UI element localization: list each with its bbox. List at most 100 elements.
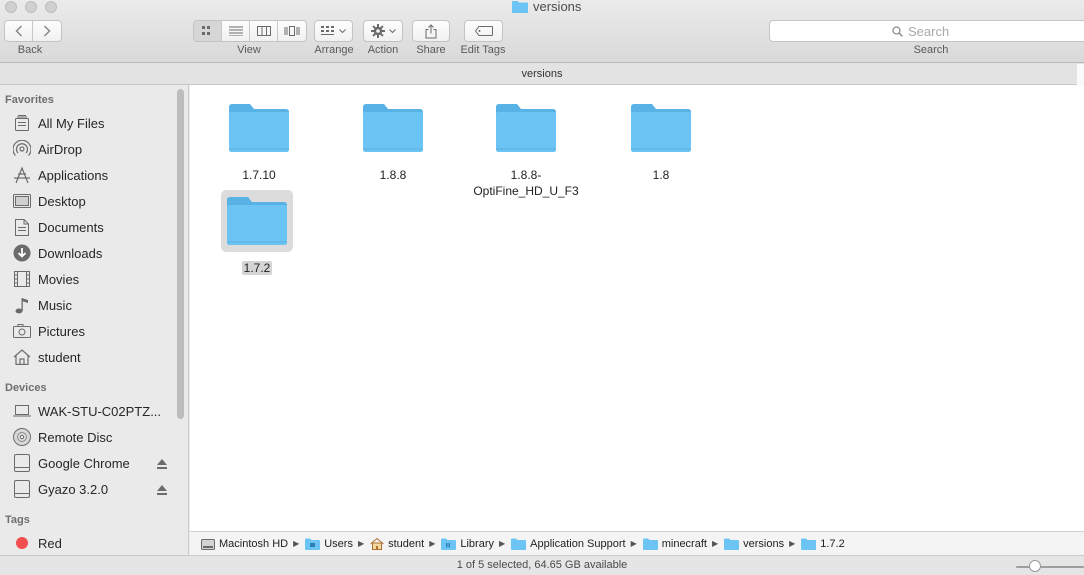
folder-icon: [223, 97, 295, 159]
share-button[interactable]: [412, 20, 450, 42]
sidebar-item-student[interactable]: student: [12, 345, 174, 369]
status-text: 1 of 5 selected, 64.65 GB available: [456, 559, 628, 571]
column-view-icon: [256, 26, 271, 36]
breadcrumb-1-7-2[interactable]: 1.7.2: [801, 538, 845, 550]
folder-icon: [512, 0, 528, 13]
share-icon: [425, 23, 437, 38]
drive-icon: [12, 453, 32, 473]
downloads-icon: [12, 243, 32, 263]
chevron-left-icon: [14, 25, 22, 37]
icon-size-slider-thumb[interactable]: [1029, 560, 1041, 572]
action-label: Action: [367, 44, 399, 56]
icon-view-icon: [201, 26, 210, 35]
sidebar-item-gyazo[interactable]: Gyazo 3.2.0: [12, 477, 174, 501]
folder-item[interactable]: 1.7.10: [194, 97, 324, 183]
arrange-icon: [321, 26, 334, 35]
sidebar-item-movies[interactable]: Movies: [12, 267, 174, 291]
sidebar-item-applications[interactable]: Applications: [12, 163, 174, 187]
edit-tags-button[interactable]: [464, 20, 503, 42]
folder-item[interactable]: 1.8.8- OptiFine_HD_U_F3: [461, 97, 591, 199]
folder-item-selected[interactable]: 1.7.2: [192, 190, 322, 276]
gear-icon: [370, 24, 385, 38]
folder-item[interactable]: 1.8: [596, 97, 726, 183]
action-button[interactable]: [363, 20, 403, 42]
all-files-icon: [12, 113, 32, 133]
sidebar-item-label: Documents: [38, 219, 104, 235]
pictures-icon: [12, 321, 32, 341]
applications-icon: [12, 165, 32, 185]
zoom-window-button[interactable]: [45, 1, 57, 13]
folder-icon: [724, 538, 740, 550]
sidebar-item-label: Gyazo 3.2.0: [38, 481, 109, 497]
breadcrumb-label: minecraft: [661, 537, 707, 550]
breadcrumb-minecraft[interactable]: minecraft: [642, 537, 707, 550]
folder-name-line: 1.8.8-: [510, 168, 542, 182]
icon-view-button[interactable]: [194, 21, 222, 41]
folder-icon: [357, 97, 429, 159]
search-icon: [892, 25, 903, 37]
folder-name-text: 1.7.2: [241, 261, 273, 275]
sidebar-scrollbar[interactable]: [177, 89, 184, 419]
sidebar-item-label: Downloads: [38, 245, 103, 261]
sidebar-item-mac-device[interactable]: WAK-STU-C02PTZ...: [12, 399, 174, 423]
column-view-button[interactable]: [250, 21, 278, 41]
sidebar-item-label: Applications: [38, 167, 109, 183]
forward-button[interactable]: [33, 21, 61, 41]
back-forward-control: [4, 20, 62, 42]
window-title: versions: [512, 0, 581, 14]
list-view-button[interactable]: [222, 21, 250, 41]
hard-drive-icon: [201, 538, 215, 550]
search-input[interactable]: [908, 23, 1058, 39]
sidebar-item-label: Red: [38, 535, 62, 551]
path-bar: Macintosh HD ▶ Users ▶ student ▶ Library…: [190, 531, 1084, 555]
sidebar-item-documents[interactable]: Documents: [12, 215, 174, 239]
folder-name: 1.8.8: [379, 168, 407, 182]
folder-icon: [305, 538, 321, 550]
edit-tags-label: Edit Tags: [460, 44, 506, 56]
breadcrumb-library[interactable]: Library: [441, 538, 494, 550]
arrange-button[interactable]: [314, 20, 353, 42]
sidebar-item-airdrop[interactable]: AirDrop: [12, 137, 174, 161]
sidebar-item-pictures[interactable]: Pictures: [12, 319, 174, 343]
status-bar: 1 of 5 selected, 64.65 GB available: [0, 555, 1084, 575]
breadcrumb-label: Application Support: [530, 537, 626, 550]
sidebar-item-music[interactable]: Music: [12, 293, 174, 317]
folder-icon: [221, 190, 293, 252]
icon-size-slider[interactable]: [1016, 566, 1084, 568]
sidebar-item-label: student: [38, 349, 81, 365]
desktop-icon: [12, 191, 32, 211]
folder-name: 1.7.10: [242, 168, 276, 182]
sidebar-item-all-my-files[interactable]: All My Files: [12, 111, 174, 135]
breadcrumb-application-support[interactable]: Application Support: [511, 537, 626, 550]
sidebar-item-label: WAK-STU-C02PTZ...: [38, 403, 162, 419]
music-icon: [12, 295, 32, 315]
eject-icon[interactable]: [156, 458, 168, 470]
breadcrumb-versions[interactable]: versions: [724, 538, 784, 550]
minimize-window-button[interactable]: [25, 1, 37, 13]
folder-icon: [490, 97, 562, 159]
breadcrumb-users[interactable]: Users: [305, 538, 353, 550]
sidebar-item-downloads[interactable]: Downloads: [12, 241, 174, 265]
folder-name: 1.8.8- OptiFine_HD_U_F3: [461, 167, 591, 199]
back-label: Back: [17, 44, 43, 56]
eject-icon[interactable]: [156, 484, 168, 496]
path-title-bar: versions: [0, 63, 1084, 85]
sidebar-item-google-chrome[interactable]: Google Chrome: [12, 451, 174, 475]
breadcrumb-separator-icon: ▶: [789, 539, 796, 548]
breadcrumb-student[interactable]: student: [370, 537, 424, 550]
content-scrollbar[interactable]: [1076, 64, 1084, 86]
sidebar-item-remote-disc[interactable]: Remote Disc: [12, 425, 174, 449]
breadcrumb-macintosh-hd[interactable]: Macintosh HD: [201, 538, 288, 550]
movies-icon: [12, 269, 32, 289]
back-button[interactable]: [5, 21, 33, 41]
breadcrumb-label: versions: [743, 537, 785, 550]
folder-item[interactable]: 1.8.8: [328, 97, 458, 183]
sidebar-item-tag-red[interactable]: Red: [12, 531, 174, 555]
cover-flow-button[interactable]: [278, 21, 306, 41]
close-window-button[interactable]: [5, 1, 17, 13]
breadcrumb-separator-icon: ▶: [630, 539, 637, 548]
sidebar-item-desktop[interactable]: Desktop: [12, 189, 174, 213]
sidebar-item-label: Google Chrome: [38, 455, 130, 471]
folder-icon: [801, 538, 817, 550]
search-field[interactable]: [769, 20, 1084, 42]
